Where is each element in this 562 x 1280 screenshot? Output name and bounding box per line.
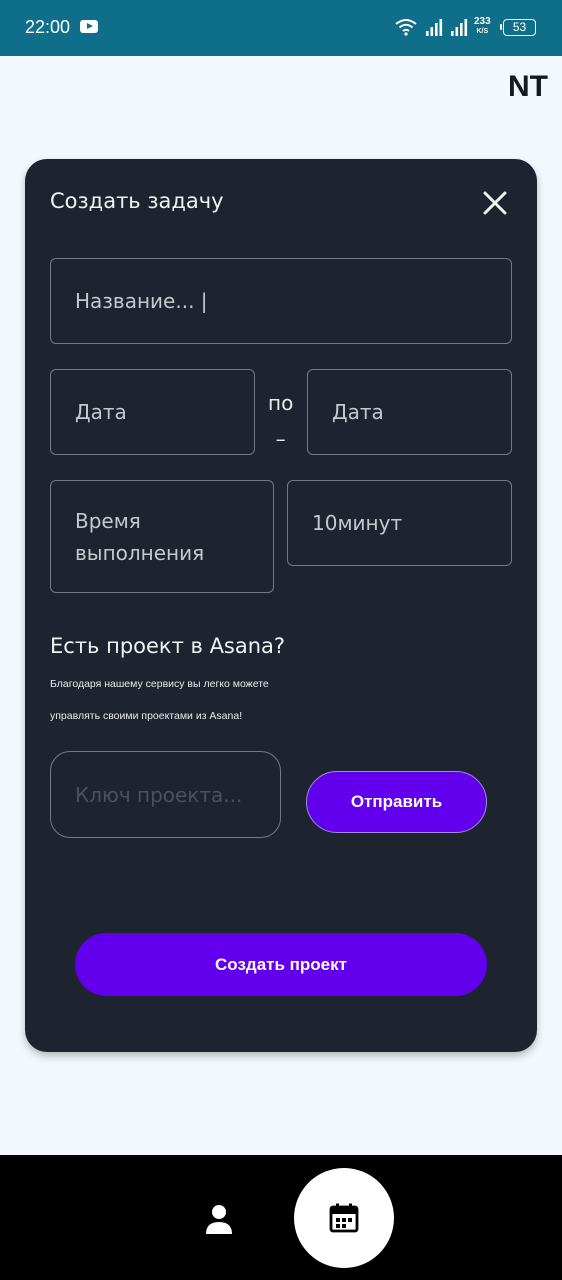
date-separator-dash: –: [275, 427, 286, 451]
status-bar: 22:00 233 K/S 53: [0, 0, 562, 56]
bottom-nav: [0, 1155, 562, 1280]
person-icon[interactable]: [200, 1200, 238, 1238]
start-date-input[interactable]: Дата: [50, 369, 255, 455]
create-project-button[interactable]: Создать проект: [75, 933, 487, 996]
close-icon[interactable]: [479, 187, 511, 219]
project-key-input[interactable]: [50, 751, 281, 838]
minutes-input[interactable]: 10минут: [287, 480, 512, 566]
youtube-icon: [80, 20, 98, 33]
end-date-input[interactable]: Дата: [307, 369, 512, 455]
calendar-icon: [329, 1203, 359, 1233]
date-separator: по –: [268, 385, 293, 457]
asana-description-line: управлять своими проектами из Asana!: [50, 710, 243, 722]
battery-icon: 53: [500, 19, 536, 36]
asana-description: Благодаря нашему сервису вы легко можете…: [50, 668, 350, 732]
signal-icon: [451, 19, 468, 36]
asana-description-line: Благодаря нашему сервису вы легко можете: [50, 678, 269, 690]
signal-icon: [426, 19, 443, 36]
app-logo: NT: [508, 70, 548, 103]
date-separator-text: по: [268, 391, 294, 415]
task-name-input[interactable]: Название... |: [50, 258, 512, 344]
network-speed-unit: K/S: [476, 28, 489, 35]
wifi-icon: [395, 19, 417, 36]
status-time: 22:00: [25, 17, 71, 37]
dialog-title: Создать задачу: [50, 189, 224, 213]
duration-input[interactable]: Время выполнения: [50, 480, 274, 593]
create-task-dialog: Создать задачу Название... | Дата по – Д…: [25, 159, 537, 1052]
send-button[interactable]: Отправить: [306, 771, 487, 833]
asana-heading: Есть проект в Asana?: [50, 634, 286, 658]
network-speed-value: 233: [474, 16, 491, 27]
calendar-button[interactable]: [294, 1168, 394, 1268]
network-speed: 233 K/S: [474, 17, 491, 37]
